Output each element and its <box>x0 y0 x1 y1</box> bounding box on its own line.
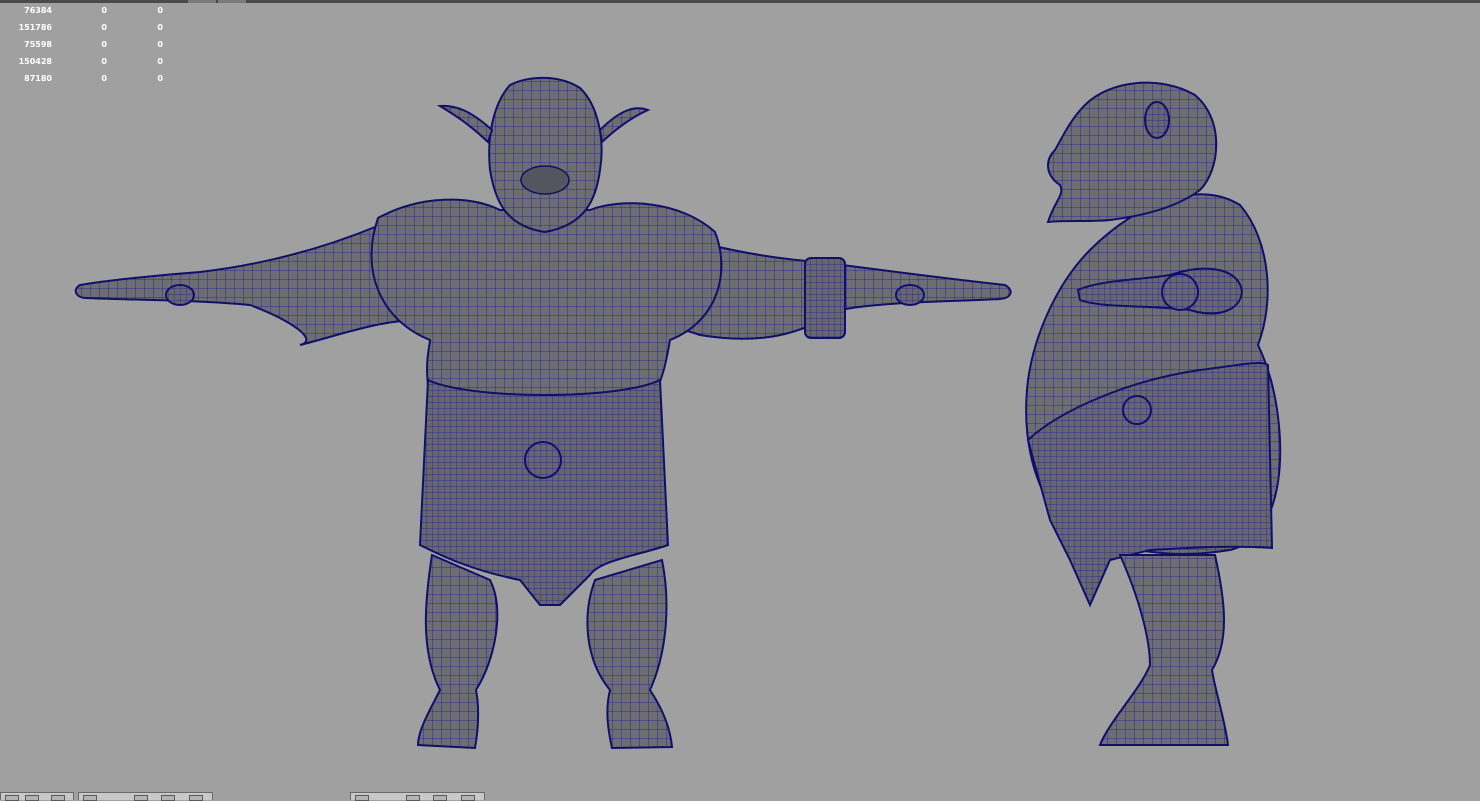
ogre-side-ear <box>1144 101 1170 139</box>
panel-button[interactable] <box>51 795 65 801</box>
ogre-head <box>488 76 603 234</box>
hud-value: 87180 <box>24 74 52 83</box>
ogre-belt-medallion <box>524 441 562 479</box>
hud-value: 75598 <box>24 40 52 49</box>
ogre-side-view[interactable] <box>1025 81 1282 746</box>
hud-row: 151786 0 0 <box>0 19 180 36</box>
hud-row: 76384 0 0 <box>0 2 180 19</box>
panel-button[interactable] <box>134 795 148 801</box>
panel-button[interactable] <box>83 795 97 801</box>
ogre-front-view[interactable] <box>74 76 1012 750</box>
panel-button[interactable] <box>355 795 369 801</box>
ogre-side-medallion <box>1122 395 1152 425</box>
hud-row: 75598 0 0 <box>0 36 180 53</box>
minimized-panel[interactable] <box>0 792 74 801</box>
minimized-panel[interactable] <box>350 792 485 801</box>
ogre-left-hand <box>165 284 195 306</box>
ogre-mouth <box>520 165 570 195</box>
3d-viewport[interactable] <box>0 0 1480 792</box>
panel-button[interactable] <box>433 795 447 801</box>
hud-value: 150428 <box>18 57 52 66</box>
hud-row: 87180 0 0 <box>0 70 180 87</box>
ogre-left-ear <box>436 104 494 144</box>
hud-row: 150428 0 0 <box>0 53 180 70</box>
hud-value: 0 <box>101 6 107 15</box>
minimized-windows-bar <box>0 792 1480 801</box>
hud-value: 0 <box>157 23 163 32</box>
ogre-right-leg <box>586 558 674 750</box>
panel-button[interactable] <box>461 795 475 801</box>
hud-value: 76384 <box>24 6 52 15</box>
hud-value: 0 <box>157 6 163 15</box>
hud-value: 0 <box>101 40 107 49</box>
panel-button[interactable] <box>5 795 19 801</box>
hud-value: 151786 <box>18 23 52 32</box>
minimized-panel[interactable] <box>78 792 213 801</box>
ogre-left-leg <box>416 553 499 750</box>
panel-button[interactable] <box>406 795 420 801</box>
panel-button[interactable] <box>25 795 39 801</box>
hud-value: 0 <box>101 57 107 66</box>
ogre-right-ear <box>598 107 651 145</box>
hud-value: 0 <box>157 40 163 49</box>
panel-button[interactable] <box>189 795 203 801</box>
ogre-wrist-band <box>804 257 846 339</box>
hud-value: 0 <box>157 57 163 66</box>
poly-count-hud: 76384 0 0 151786 0 0 75598 0 0 150428 0 … <box>0 2 180 87</box>
ogre-right-hand <box>895 284 925 306</box>
hud-value: 0 <box>101 74 107 83</box>
ogre-side-leg <box>1098 554 1230 746</box>
ogre-side-fist <box>1161 273 1199 311</box>
panel-button[interactable] <box>161 795 175 801</box>
ogre-left-arm <box>74 223 422 346</box>
hud-value: 0 <box>101 23 107 32</box>
hud-value: 0 <box>157 74 163 83</box>
